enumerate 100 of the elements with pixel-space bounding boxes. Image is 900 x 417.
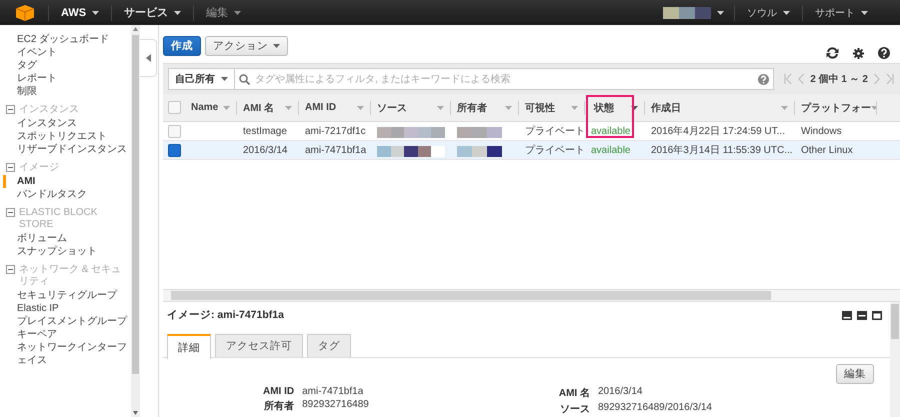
column-header[interactable]: 可視性 bbox=[519, 100, 585, 114]
column-header[interactable]: 状態 bbox=[585, 100, 645, 114]
nav-menu[interactable]: サービス bbox=[111, 4, 194, 20]
search-icon bbox=[239, 74, 250, 84]
field-label: AMI 名 bbox=[558, 386, 590, 400]
column-header[interactable]: 作成日 bbox=[645, 100, 795, 114]
sidebar-item[interactable]: セキュリティグループ bbox=[0, 289, 131, 302]
table-cell: 2016年4月22日 17:24:59 UT... bbox=[651, 126, 785, 137]
table-cell: プライベート bbox=[525, 126, 585, 137]
pagination-text: 2 個中 1 ～ 2 bbox=[810, 72, 868, 86]
table-cell: プライベート bbox=[525, 145, 585, 156]
collapse-icon[interactable] bbox=[6, 163, 15, 172]
detail-tab[interactable]: タグ bbox=[307, 334, 351, 357]
field-label: ソース bbox=[558, 403, 590, 416]
owner-filter-dropdown[interactable]: 自己所有 bbox=[168, 68, 235, 90]
column-header[interactable]: AMI ID bbox=[299, 100, 371, 114]
table-cell: available bbox=[591, 126, 630, 136]
detail-tab[interactable]: 詳細 bbox=[167, 334, 211, 359]
caret-icon bbox=[783, 10, 790, 14]
collapse-icon[interactable] bbox=[6, 265, 15, 274]
collapse-sidebar-tab[interactable] bbox=[140, 39, 157, 77]
field-label: AMI ID bbox=[263, 386, 294, 397]
column-header[interactable]: プラットフォー bbox=[795, 100, 877, 114]
caret-icon bbox=[234, 10, 242, 14]
sidebar-item[interactable]: インスタンス bbox=[0, 117, 131, 130]
collapse-icon[interactable] bbox=[6, 208, 15, 217]
nav-menu[interactable]: AWS bbox=[48, 4, 112, 20]
field-value: 892932716489/2016/3/14 bbox=[598, 402, 712, 415]
nav-menu[interactable]: サポート bbox=[802, 4, 880, 20]
settings-icon[interactable] bbox=[853, 48, 864, 58]
column-header[interactable]: Name bbox=[185, 100, 237, 114]
help-icon[interactable] bbox=[878, 47, 890, 59]
nav-menu[interactable]: 編集 bbox=[193, 4, 254, 20]
sidebar-item[interactable]: ボリューム bbox=[0, 232, 131, 245]
sidebar-item[interactable]: 制限 bbox=[0, 85, 131, 98]
caret-icon bbox=[871, 106, 876, 110]
sidebar-item[interactable]: EC2 ダッシュボード bbox=[0, 33, 131, 46]
caret-icon bbox=[717, 10, 724, 14]
caret-icon bbox=[285, 106, 292, 110]
sidebar-section-heading: イメージ bbox=[19, 162, 59, 174]
create-button[interactable]: 作成 bbox=[163, 36, 201, 56]
sidebar-section-heading: インスタンス bbox=[19, 104, 79, 116]
caret-icon bbox=[861, 10, 868, 14]
row-checkbox[interactable] bbox=[168, 124, 180, 138]
sidebar-item[interactable]: Elastic IP bbox=[0, 302, 131, 315]
sidebar-item[interactable]: イベント bbox=[0, 46, 131, 59]
table-cell: Other Linux bbox=[801, 144, 853, 156]
sidebar-item[interactable]: リザーブドインスタンス bbox=[0, 143, 131, 156]
actions-button[interactable]: アクション bbox=[205, 36, 288, 56]
column-header[interactable]: AMI 名 bbox=[237, 100, 299, 114]
detail-title: イメージ: ami-7471bf1a bbox=[167, 308, 284, 322]
sidebar-item[interactable]: バンドルタスク bbox=[0, 188, 131, 201]
sidebar-item[interactable]: タグ bbox=[0, 59, 131, 72]
caret-icon bbox=[781, 106, 788, 110]
scroll-down-arrow-icon[interactable] bbox=[132, 409, 139, 417]
sidebar-item[interactable]: プレイスメントグループ bbox=[0, 315, 131, 328]
pane-layout-icon[interactable] bbox=[842, 310, 852, 320]
caret-icon bbox=[221, 77, 228, 81]
sidebar-item[interactable]: キーペア bbox=[0, 328, 131, 341]
nav-menu[interactable]: ソウル bbox=[734, 4, 802, 20]
caret-icon bbox=[357, 106, 364, 110]
caret-icon bbox=[223, 106, 230, 110]
collapse-icon[interactable] bbox=[6, 105, 15, 114]
sidebar-section-heading: ELASTIC BLOCK STORE bbox=[19, 207, 98, 231]
horizontal-scrollbar[interactable] bbox=[163, 289, 900, 301]
sidebar-item[interactable]: スポットリクエスト bbox=[0, 130, 131, 143]
field-label: 所有者 bbox=[263, 400, 294, 413]
row-checkbox[interactable] bbox=[168, 144, 180, 156]
redacted-account-block[interactable] bbox=[663, 6, 711, 18]
pane-layout-icon[interactable] bbox=[857, 310, 867, 320]
left-arrow-icon bbox=[146, 54, 150, 62]
table-cell: available bbox=[591, 144, 630, 156]
sidebar-item[interactable]: ネットワークインターフェイス bbox=[0, 341, 131, 367]
caret-icon bbox=[505, 106, 512, 110]
caret-icon bbox=[273, 44, 280, 48]
cube-logo-icon[interactable] bbox=[16, 4, 34, 20]
field-value: ami-7471bf1a bbox=[302, 386, 364, 397]
table-cell: Windows bbox=[801, 126, 842, 136]
sidebar-item[interactable]: スナップショット bbox=[0, 245, 131, 258]
vertical-scrollbar[interactable] bbox=[890, 302, 900, 417]
table-cell: ami-7471bf1a bbox=[305, 144, 366, 156]
caret-icon bbox=[174, 10, 182, 14]
field-value: 2016/3/14 bbox=[598, 386, 644, 399]
sidebar-item[interactable]: レポート bbox=[0, 72, 131, 85]
pane-layout-icon[interactable] bbox=[872, 310, 882, 320]
caret-icon bbox=[92, 10, 100, 14]
caret-icon bbox=[631, 106, 638, 110]
sidebar-section-heading: ネットワーク & セキュリティ bbox=[19, 264, 122, 288]
table-cell: ami-7217df1c bbox=[305, 126, 366, 136]
table-cell: testImage bbox=[243, 126, 287, 136]
scrollbar[interactable] bbox=[131, 25, 140, 417]
select-all-checkbox[interactable] bbox=[168, 101, 180, 114]
column-header[interactable]: ソース bbox=[371, 100, 451, 114]
edit-button[interactable]: 編集 bbox=[836, 364, 874, 384]
redacted-block bbox=[377, 127, 445, 138]
table-cell: 2016/3/14 bbox=[243, 144, 288, 156]
column-header[interactable]: 所有者 bbox=[451, 100, 519, 114]
refresh-icon[interactable] bbox=[826, 47, 839, 59]
scroll-up-arrow-icon[interactable] bbox=[132, 25, 139, 33]
detail-tab[interactable]: アクセス許可 bbox=[215, 334, 303, 357]
